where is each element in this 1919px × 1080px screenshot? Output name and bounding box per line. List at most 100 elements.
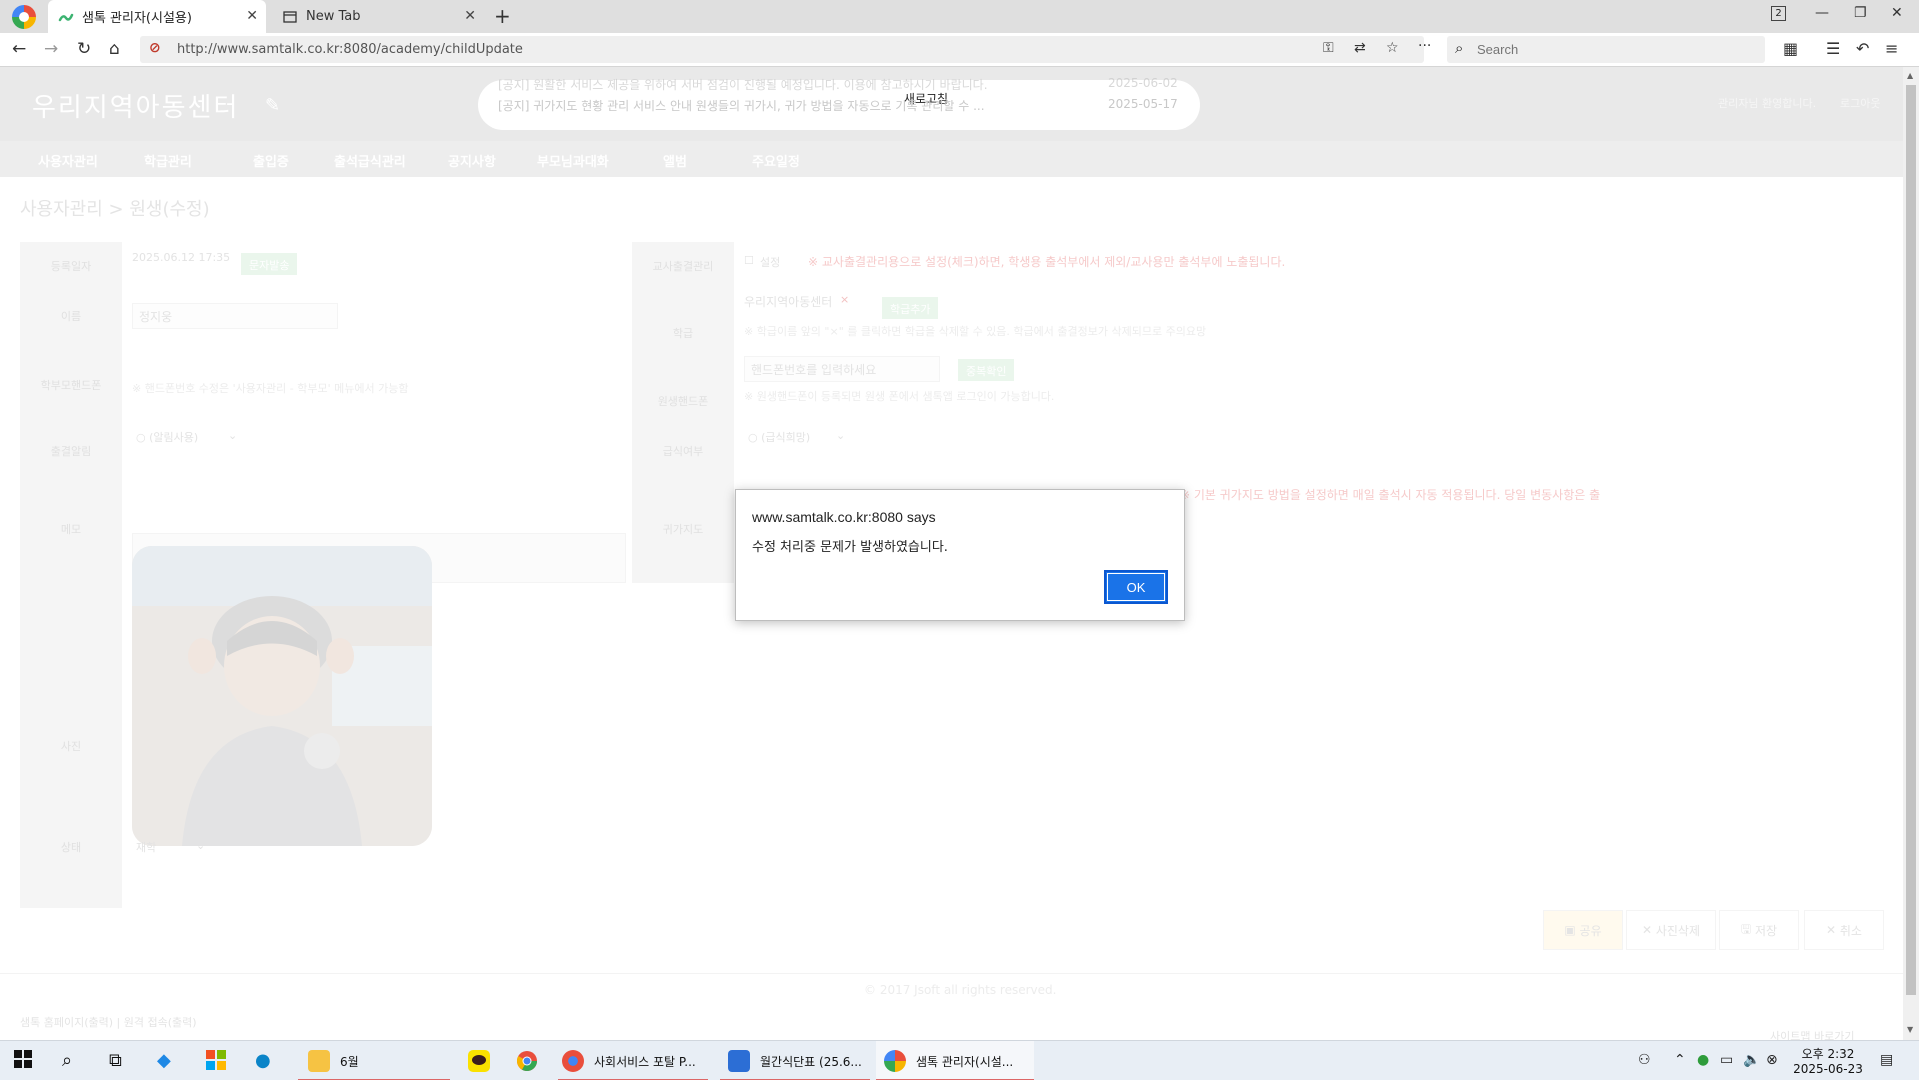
ok-button[interactable]: OK — [1104, 570, 1168, 604]
chevron-down-icon: ⌄ — [196, 839, 206, 852]
home-guide-label: 귀가지도 — [632, 475, 734, 583]
tab-new-tab[interactable]: New Tab ✕ — [272, 0, 484, 33]
child-phone-note: ※ 원생핸드폰이 등록되면 원생 폰에서 샘톡앱 로그인이 가능합니다. — [744, 390, 1055, 403]
close-tab-icon[interactable]: ✕ — [464, 8, 476, 24]
volume-muted-icon[interactable]: 🔈 — [1743, 1052, 1760, 1068]
people-icon[interactable]: ⚇ — [1638, 1052, 1651, 1068]
minimize-icon[interactable]: — — [1815, 5, 1829, 21]
child-phone-label: 원생핸드폰 — [632, 375, 734, 427]
sitemap-link[interactable]: 사이트맵 바로가기 — [1770, 1028, 1854, 1040]
forward-arrow-icon[interactable]: → — [44, 39, 58, 59]
notice-line-2[interactable]: [공지] 귀가지도 현황 관리 서비스 안내 원생들의 귀가시, 귀가 방법을 … — [498, 97, 985, 114]
star-icon[interactable]: ☆ — [1386, 40, 1399, 56]
status-select[interactable]: 재학 — [136, 839, 156, 855]
taskbar-app-social-portal[interactable]: 사회서비스 포탈 P... — [558, 1041, 708, 1080]
header-user-greeting: 관리자님 환영합니다. — [1718, 97, 1817, 110]
teacher-checkbox[interactable]: ☐ — [744, 254, 754, 267]
reload-icon[interactable]: ↻ — [77, 39, 91, 59]
menu-item-album[interactable]: 앨범 — [663, 151, 687, 170]
store-icon[interactable] — [206, 1050, 226, 1075]
absence-alert-select[interactable]: ○ (알림사용) — [136, 429, 198, 445]
scroll-down-icon[interactable]: ▼ — [1907, 1025, 1913, 1034]
student-photo[interactable] — [132, 546, 432, 846]
menu-icon[interactable]: ≡ — [1885, 39, 1898, 58]
translate-icon[interactable]: ⇄ — [1354, 40, 1366, 56]
reg-date-value: 2025.06.12 17:35 — [132, 251, 231, 264]
restore-icon[interactable]: ❐ — [1854, 5, 1867, 21]
taskbar-app-label: 6월 — [340, 1054, 359, 1069]
tab-samtalk-admin[interactable]: 샘톡 관리자(시설용) ✕ — [48, 0, 266, 33]
notice-line-1[interactable]: [공지] 원활한 서비스 제공을 위하여 서버 점검이 진행될 예정입니다. 이… — [498, 76, 988, 93]
delete-photo-button[interactable]: ✕ 사진삭제 — [1626, 910, 1716, 950]
logout-link[interactable]: 로그아웃 — [1840, 95, 1880, 111]
edge-icon[interactable]: ● — [255, 1050, 271, 1071]
back-arrow-icon[interactable]: ← — [12, 39, 26, 59]
tab-title: 샘톡 관리자(시설용) — [82, 11, 192, 26]
new-tab-plus-icon[interactable]: + — [494, 4, 511, 28]
menu-item-classes[interactable]: 학급관리 — [144, 151, 192, 170]
undo-icon[interactable]: ↶ — [1856, 39, 1869, 58]
taskbar-app-samtalk[interactable]: 샘톡 관리자(시설... — [876, 1041, 1034, 1080]
windows-start-icon[interactable] — [14, 1050, 32, 1073]
notice-date-2: 2025-05-17 — [1108, 97, 1178, 111]
menu-item-attendance[interactable]: 출석급식관리 — [334, 151, 406, 170]
duplicate-check-button[interactable]: 중복확인 — [958, 359, 1015, 381]
home-icon[interactable]: ⌂ — [109, 39, 120, 59]
windows-taskbar: ⌕ ⧉ ◆ ● 6월 사회서비스 포탈 P... 월간식단표 (25.6... … — [0, 1040, 1919, 1080]
menu-item-schedule[interactable]: 주요일정 — [752, 151, 800, 170]
tab-count-badge[interactable]: 2 — [1771, 6, 1786, 21]
kakaotalk-icon[interactable] — [468, 1050, 490, 1077]
more-dots-icon[interactable]: ··· — [1418, 38, 1431, 54]
copilot-icon[interactable]: ◆ — [157, 1050, 171, 1071]
footer-copyright: © 2017 Jsoft all rights reserved. — [864, 983, 1057, 997]
folder-icon — [308, 1050, 330, 1072]
search-icon[interactable]: ⌕ — [62, 1050, 72, 1071]
menu-item-notices[interactable]: 공지사항 — [448, 151, 496, 170]
add-class-button[interactable]: 학급추가 — [882, 297, 939, 319]
menu-item-parent-chat[interactable]: 부모님과대화 — [537, 151, 609, 170]
child-phone-input[interactable]: 핸드폰번호를 입력하세요 — [744, 356, 940, 382]
browser-logo-icon[interactable] — [12, 5, 36, 29]
close-window-icon[interactable]: ✕ — [1891, 5, 1903, 21]
menu-item-pass[interactable]: 출입증 — [253, 151, 289, 170]
close-tab-icon[interactable]: ✕ — [246, 8, 258, 24]
class-remove-icon[interactable]: × — [840, 293, 849, 306]
scroll-thumb[interactable] — [1906, 85, 1916, 995]
chrome-icon — [562, 1050, 584, 1072]
absence-alert-label: 출결알림 — [20, 427, 122, 475]
network-icon[interactable]: ▭ — [1720, 1052, 1733, 1068]
scroll-up-icon[interactable]: ▲ — [1907, 71, 1913, 80]
edit-pencil-icon[interactable]: ✎ — [265, 95, 280, 116]
address-bar[interactable]: ⊘ http://www.samtalk.co.kr:8080/academy/… — [140, 36, 1431, 63]
notice-box: 새로고침 [공지] 원활한 서비스 제공을 위하여 서버 점검이 진행될 예정입… — [478, 76, 1200, 130]
cancel-button[interactable]: ✕ 취소 — [1804, 910, 1884, 950]
clock-date[interactable]: 2025-06-23 — [1791, 1062, 1865, 1076]
teacher-checkbox-label: 설정 — [760, 256, 781, 269]
url-text[interactable]: http://www.samtalk.co.kr:8080/academy/ch… — [177, 42, 523, 57]
site-header: 우리지역아동센터 ✎ 새로고침 [공지] 원활한 서비스 제공을 위하여 서버 … — [0, 67, 1903, 141]
security-tray-icon[interactable]: ● — [1697, 1052, 1709, 1068]
clock-time[interactable]: 오후 2:32 — [1797, 1045, 1859, 1062]
page-scrollbar[interactable]: ▲ ▼ — [1903, 67, 1919, 1040]
task-view-icon[interactable]: ⧉ — [109, 1050, 122, 1071]
taskbar-app-folder[interactable]: 6월 — [298, 1041, 450, 1080]
save-button[interactable]: 🖫 저장 — [1719, 910, 1799, 950]
share-button[interactable]: ▣ 공유 — [1543, 910, 1623, 950]
key-icon[interactable]: ⚿ — [1323, 40, 1334, 56]
favorites-icon[interactable]: ☰ — [1826, 39, 1840, 58]
search-input[interactable] — [1477, 40, 1747, 59]
chevron-up-icon[interactable]: ⌃ — [1674, 1052, 1686, 1068]
footer-links[interactable]: 샘톡 홈페이지(출력) | 원격 접속(출력) — [20, 1014, 197, 1030]
meal-select[interactable]: ○ (급식희망) — [748, 429, 810, 445]
taskbar-app-meal-plan[interactable]: 월간식단표 (25.6... — [720, 1041, 870, 1080]
sms-badge[interactable]: 문자발송 — [241, 253, 298, 275]
name-input[interactable]: 정지웅 — [132, 303, 338, 329]
save-icon: 🖫 — [1740, 921, 1755, 936]
chrome-icon[interactable] — [516, 1050, 538, 1077]
notification-icon[interactable]: ▤ — [1880, 1052, 1893, 1068]
menu-item-users[interactable]: 사용자관리 — [38, 151, 98, 170]
apps-grid-icon[interactable]: ▦ — [1783, 39, 1798, 58]
no-sign-icon[interactable]: ⊗ — [1766, 1052, 1778, 1068]
not-secure-icon[interactable]: ⊘ — [149, 40, 161, 56]
search-box[interactable]: ⌕ — [1447, 36, 1765, 63]
